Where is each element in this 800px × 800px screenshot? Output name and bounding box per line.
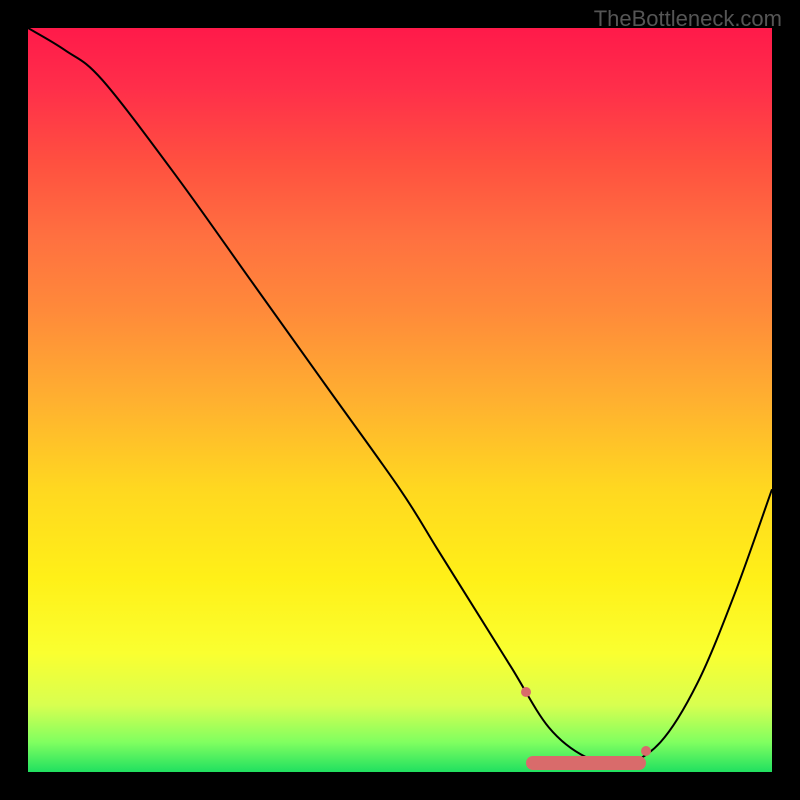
watermark-text: TheBottleneck.com (594, 6, 782, 32)
line-curve (28, 28, 772, 772)
highlight-dot-left (521, 687, 531, 697)
chart-area (28, 28, 772, 772)
highlight-dot-right (641, 746, 651, 756)
highlight-region (526, 756, 645, 770)
